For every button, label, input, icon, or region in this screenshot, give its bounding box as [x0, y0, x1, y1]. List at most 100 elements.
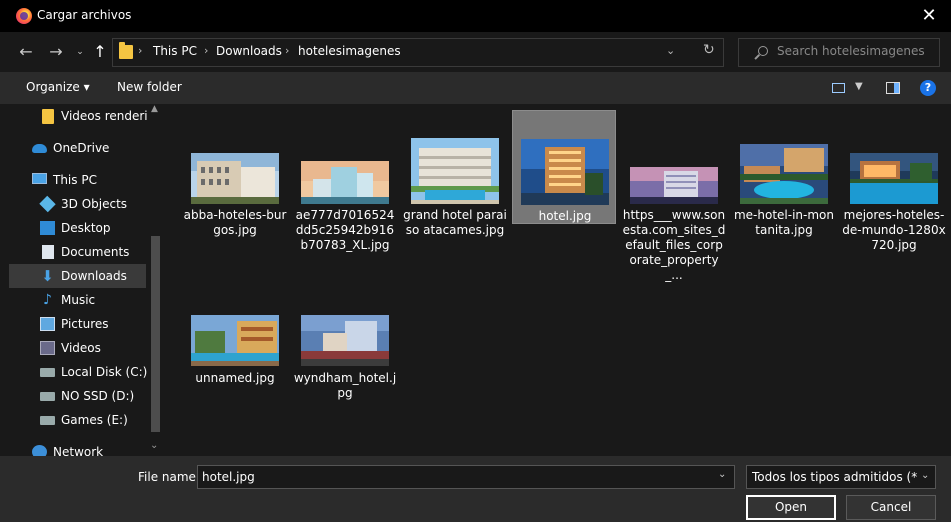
sidebar-item-desktop[interactable]: Desktop: [9, 216, 146, 240]
help-icon[interactable]: ?: [920, 80, 936, 96]
sidebar-item-videos-renderiza[interactable]: Videos renderiza: [9, 104, 161, 128]
sidebar-item-3d-objects[interactable]: 3D Objects: [9, 192, 146, 216]
sidebar-item-label: Music: [61, 293, 96, 307]
search-box[interactable]: [738, 38, 940, 67]
chevron-down-icon[interactable]: ▼: [855, 81, 863, 92]
sidebar-item-label: OneDrive: [53, 141, 110, 155]
sidebar-item-music[interactable]: ♪ Music: [9, 288, 146, 312]
network-icon: [32, 445, 47, 456]
image-thumbnail: [850, 153, 938, 204]
search-icon: [753, 45, 769, 61]
chevron-right-icon: ›: [204, 44, 209, 57]
file-item[interactable]: https___www.sonesta.com_sites_default_fi…: [622, 112, 726, 282]
chevron-down-icon[interactable]: ⌄: [718, 469, 726, 480]
file-name: https___www.sonesta.com_sites_default_fi…: [622, 208, 726, 282]
breadcrumb-this-pc[interactable]: This PC: [153, 44, 197, 58]
chevron-down-icon: ⌄: [921, 470, 930, 481]
sidebar-item-label: Network: [53, 445, 104, 456]
file-item[interactable]: unnamed.jpg: [183, 272, 287, 386]
file-name: grand hotel paraiso atacames.jpg: [403, 208, 507, 237]
new-folder-button[interactable]: New folder: [117, 80, 182, 94]
cloud-icon: [32, 144, 47, 153]
image-thumbnail: [191, 153, 279, 204]
folder-icon: [119, 42, 133, 59]
sidebar-item-label: This PC: [53, 173, 97, 187]
sidebar-scrollbar[interactable]: ▲ ⌄: [148, 104, 164, 456]
chevron-down-icon[interactable]: ⌄: [666, 44, 675, 57]
open-button[interactable]: Open: [746, 495, 836, 520]
file-name: me-hotel-in-montanita.jpg: [733, 208, 834, 237]
file-item[interactable]: grand hotel paraiso atacames.jpg: [403, 112, 507, 237]
sidebar-item-games-e[interactable]: Games (E:): [9, 408, 146, 432]
close-icon[interactable]: ✕: [915, 2, 943, 30]
command-bar: Organize ▾ New folder ▼: [0, 72, 951, 104]
preview-pane-icon[interactable]: [886, 82, 900, 94]
sidebar-item-pictures[interactable]: Pictures: [9, 312, 146, 336]
view-options-icon[interactable]: [832, 83, 845, 93]
sidebar-item-videos[interactable]: Videos: [9, 336, 146, 360]
folder-icon: [42, 109, 54, 124]
image-thumbnail: [301, 161, 389, 204]
cancel-button[interactable]: Cancel: [846, 495, 936, 520]
sidebar-item-label: NO SSD (D:): [61, 389, 135, 403]
window-title: Cargar archivos: [37, 8, 132, 22]
navigation-bar: ← → ⌄ ↑ › This PC › Downloads › hotelesi…: [0, 32, 951, 72]
videos-icon: [40, 341, 55, 355]
sidebar-item-local-disk-c[interactable]: Local Disk (C:): [9, 360, 147, 384]
music-icon: ♪: [43, 292, 52, 308]
sidebar-item-label: Desktop: [61, 221, 111, 235]
back-arrow-icon[interactable]: ←: [14, 40, 38, 64]
scroll-down-icon[interactable]: ⌄: [150, 440, 158, 451]
download-icon: ⬇: [41, 267, 54, 285]
file-name-input[interactable]: [197, 465, 735, 489]
file-item-selected[interactable]: hotel.jpg: [512, 110, 616, 224]
file-item[interactable]: me-hotel-in-montanita.jpg: [732, 112, 836, 237]
file-item[interactable]: wyndham_hotel.jpg: [293, 272, 397, 400]
sidebar-item-onedrive[interactable]: OneDrive: [9, 136, 146, 160]
disk-icon: [40, 392, 55, 401]
sidebar-item-label: Pictures: [61, 317, 109, 331]
sidebar-item-this-pc[interactable]: This PC: [9, 168, 146, 192]
sidebar-item-label: Games (E:): [61, 413, 128, 427]
sidebar-item-downloads[interactable]: ⬇ Downloads: [9, 264, 146, 288]
image-thumbnail: [191, 315, 279, 366]
file-item[interactable]: ae777d7016524dd5c25942b916b70783_XL.jpg: [293, 112, 397, 252]
forward-arrow-icon[interactable]: →: [44, 40, 68, 64]
organize-button[interactable]: Organize ▾: [26, 80, 90, 94]
scroll-up-icon[interactable]: ▲: [151, 104, 158, 114]
image-thumbnail: [411, 138, 499, 204]
search-input[interactable]: [777, 44, 937, 58]
refresh-icon[interactable]: ↻: [703, 42, 715, 58]
image-thumbnail: [630, 167, 718, 204]
computer-icon: [32, 173, 47, 184]
file-type-select[interactable]: Todos los tipos admitidos (*.pn ⌄: [746, 465, 936, 489]
firefox-icon: [16, 8, 32, 24]
address-bar[interactable]: › This PC › Downloads › hotelesimagenes …: [112, 38, 724, 67]
breadcrumb-downloads[interactable]: Downloads: [216, 44, 282, 58]
up-arrow-icon[interactable]: ↑: [88, 40, 112, 64]
chevron-right-icon: ›: [138, 44, 143, 57]
image-thumbnail: [521, 139, 609, 205]
navigation-pane: Videos renderiza OneDrive This PC 3D Obj…: [9, 104, 164, 456]
pictures-icon: [40, 317, 55, 331]
file-item[interactable]: mejores-hoteles-de-mundo-1280x720.jpg: [842, 112, 946, 252]
sidebar-item-label: Videos renderiza: [61, 109, 162, 123]
breadcrumb-hotelesimagenes[interactable]: hotelesimagenes: [298, 44, 401, 58]
file-type-value: Todos los tipos admitidos (*.pn: [752, 470, 917, 484]
scrollbar-thumb[interactable]: [151, 236, 160, 432]
file-item[interactable]: abba-hoteles-burgos.jpg: [183, 112, 287, 237]
file-name: unnamed.jpg: [195, 371, 275, 385]
file-name-label: File name:: [138, 470, 200, 484]
sidebar-item-no-ssd-d[interactable]: NO SSD (D:): [9, 384, 146, 408]
sidebar-item-label: Downloads: [61, 269, 127, 283]
documents-icon: [42, 245, 54, 259]
file-dialog-footer: File name: ⌄ Todos los tipos admitidos (…: [0, 456, 951, 522]
cube-icon: [39, 195, 56, 213]
file-list: abba-hoteles-burgos.jpg ae777d7016524dd5…: [166, 104, 951, 456]
disk-icon: [40, 416, 55, 425]
sidebar-item-network[interactable]: Network: [9, 440, 146, 456]
file-name: hotel.jpg: [538, 209, 592, 223]
file-name: wyndham_hotel.jpg: [293, 371, 397, 400]
chevron-right-icon: ›: [285, 44, 290, 57]
sidebar-item-documents[interactable]: Documents: [9, 240, 146, 264]
